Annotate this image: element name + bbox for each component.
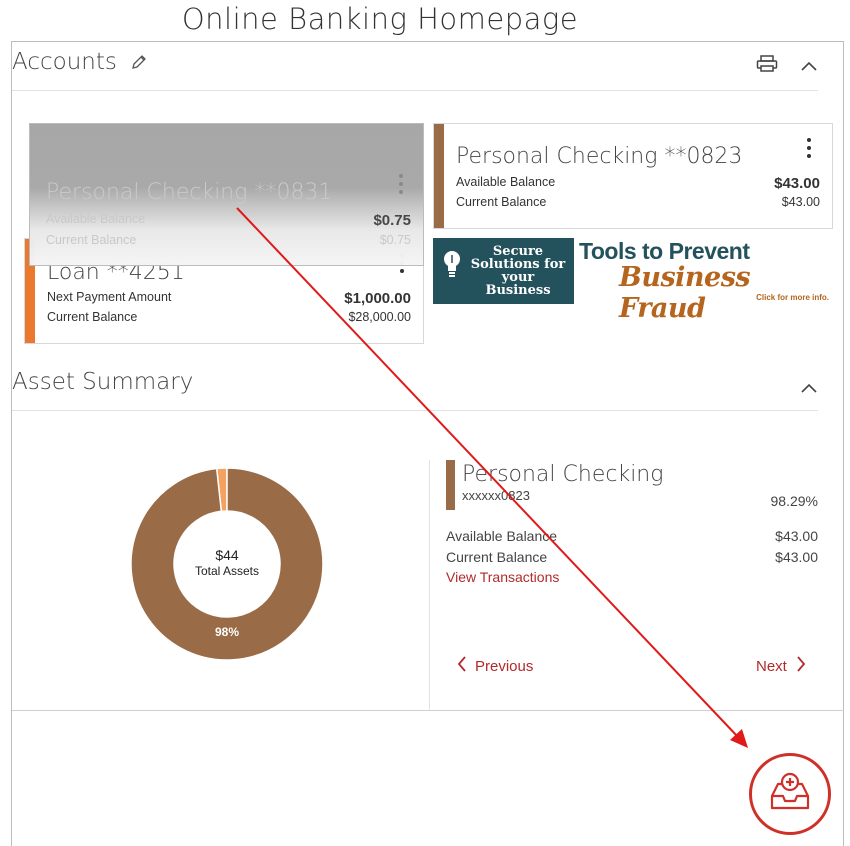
current-balance-value: $0.75 bbox=[379, 233, 411, 247]
detail-account-name: Personal Checking bbox=[462, 462, 664, 487]
vertical-divider bbox=[429, 460, 430, 710]
total-assets-amount: $44 bbox=[215, 547, 239, 563]
lightbulb-icon bbox=[442, 249, 462, 284]
available-balance-label: Available Balance bbox=[46, 212, 146, 226]
total-assets-label: Total Assets bbox=[194, 564, 260, 578]
detail-current-label: Current Balance bbox=[446, 549, 548, 565]
asset-summary-title: Asset Summary bbox=[12, 369, 194, 395]
current-balance-row: Current Balance $28,000.00 bbox=[47, 310, 411, 324]
detail-account-percent: 98.29% bbox=[770, 493, 818, 509]
section-divider bbox=[12, 710, 844, 711]
account-name: Personal Checking **0823 bbox=[456, 144, 743, 169]
available-balance-label: Available Balance bbox=[456, 175, 556, 189]
previous-label: Previous bbox=[475, 657, 534, 675]
page-heading: Online Banking Homepage bbox=[181, 2, 579, 36]
donut-center: $44 Total Assets bbox=[130, 547, 324, 578]
print-icon[interactable] bbox=[756, 55, 778, 78]
dragged-account-card-0831[interactable]: Personal Checking **0831 Available Balan… bbox=[29, 123, 424, 266]
available-balance-row: Available Balance $0.75 bbox=[46, 212, 411, 229]
payment-label: Next Payment Amount bbox=[47, 290, 172, 304]
accounts-title: Accounts bbox=[12, 49, 117, 75]
detail-available-row: Available Balance $43.00 bbox=[446, 528, 818, 544]
available-balance-value: $0.75 bbox=[373, 212, 411, 229]
promo-title: Tools to Prevent bbox=[579, 238, 750, 264]
view-transactions-link[interactable]: View Transactions bbox=[446, 569, 559, 585]
payment-row: Next Payment Amount $1,000.00 bbox=[47, 290, 411, 307]
current-balance-label: Current Balance bbox=[47, 310, 138, 324]
current-balance-value: $43.00 bbox=[781, 195, 820, 209]
account-card-checking-0823[interactable]: Personal Checking **0823 Available Balan… bbox=[433, 123, 833, 229]
promo-box: Secure Solutions for your Business bbox=[433, 238, 574, 304]
chevron-up-icon[interactable] bbox=[800, 381, 818, 399]
next-label: Next bbox=[756, 657, 787, 675]
accounts-header: Accounts bbox=[12, 41, 818, 91]
chevron-up-icon[interactable] bbox=[800, 59, 818, 77]
account-color-bar bbox=[446, 460, 455, 510]
current-balance-label: Current Balance bbox=[456, 195, 547, 209]
next-button[interactable]: Next bbox=[756, 656, 806, 676]
current-balance-label: Current Balance bbox=[46, 233, 137, 247]
account-name: Personal Checking **0831 bbox=[46, 180, 333, 205]
detail-current-row: Current Balance $43.00 bbox=[446, 549, 818, 565]
inbox-plus-icon bbox=[770, 772, 810, 810]
fraud-prevention-banner[interactable]: Secure Solutions for your Business Tools… bbox=[433, 238, 833, 324]
account-color-bar bbox=[434, 124, 444, 228]
detail-account-number: xxxxxx0823 bbox=[462, 488, 530, 503]
inbox-add-button[interactable] bbox=[749, 753, 831, 835]
available-balance-row: Available Balance $43.00 bbox=[456, 175, 820, 192]
previous-button[interactable]: Previous bbox=[457, 656, 533, 676]
detail-current-value: $43.00 bbox=[775, 549, 818, 565]
current-balance-value: $28,000.00 bbox=[348, 310, 411, 324]
pencil-icon[interactable] bbox=[130, 53, 148, 76]
chevron-right-icon bbox=[796, 656, 806, 676]
current-balance-row: Current Balance $0.75 bbox=[46, 233, 411, 247]
kebab-menu-icon[interactable] bbox=[398, 174, 403, 198]
available-balance-value: $43.00 bbox=[774, 175, 820, 192]
promo-click-text: Click for more info. bbox=[756, 293, 829, 302]
detail-available-label: Available Balance bbox=[446, 528, 558, 544]
current-balance-row: Current Balance $43.00 bbox=[456, 195, 820, 209]
promo-box-text: Secure Solutions for your Business bbox=[470, 244, 566, 298]
kebab-menu-icon[interactable] bbox=[806, 138, 812, 162]
detail-available-value: $43.00 bbox=[775, 528, 818, 544]
asset-donut-chart: $44 Total Assets 98% bbox=[130, 467, 324, 661]
donut-percent-label: 98% bbox=[214, 625, 240, 639]
payment-value: $1,000.00 bbox=[344, 290, 411, 307]
asset-summary-header: Asset Summary bbox=[12, 361, 818, 411]
chevron-left-icon bbox=[457, 656, 467, 676]
